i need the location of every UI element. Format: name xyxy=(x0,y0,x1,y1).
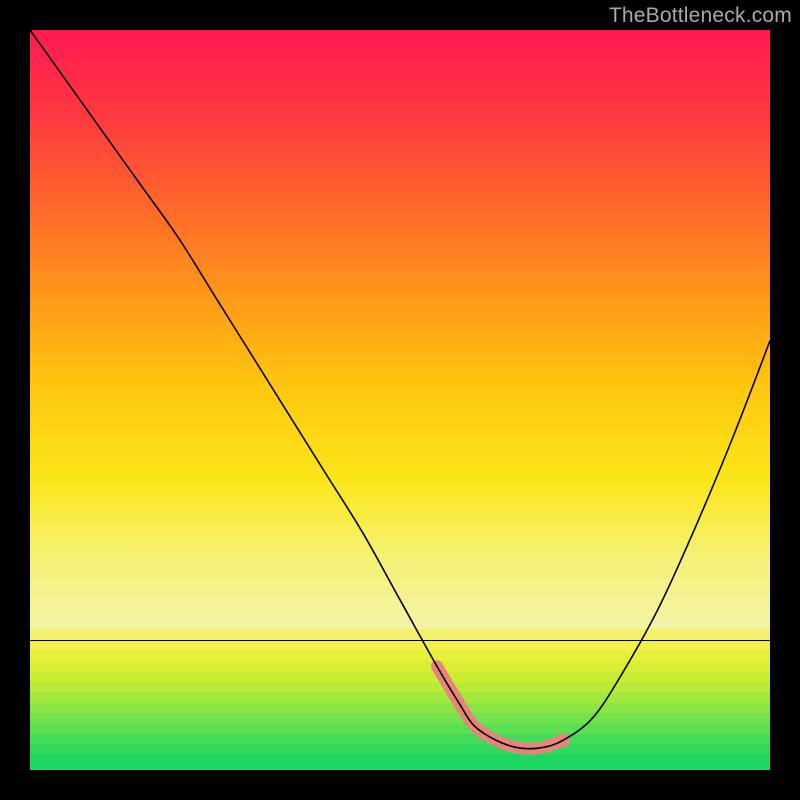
plot-area xyxy=(30,30,770,770)
curve-layer xyxy=(30,30,770,770)
highlight-segment xyxy=(437,666,563,748)
chart-frame: TheBottleneck.com xyxy=(0,0,800,800)
bottleneck-curve xyxy=(30,30,770,749)
watermark-text: TheBottleneck.com xyxy=(609,4,792,28)
